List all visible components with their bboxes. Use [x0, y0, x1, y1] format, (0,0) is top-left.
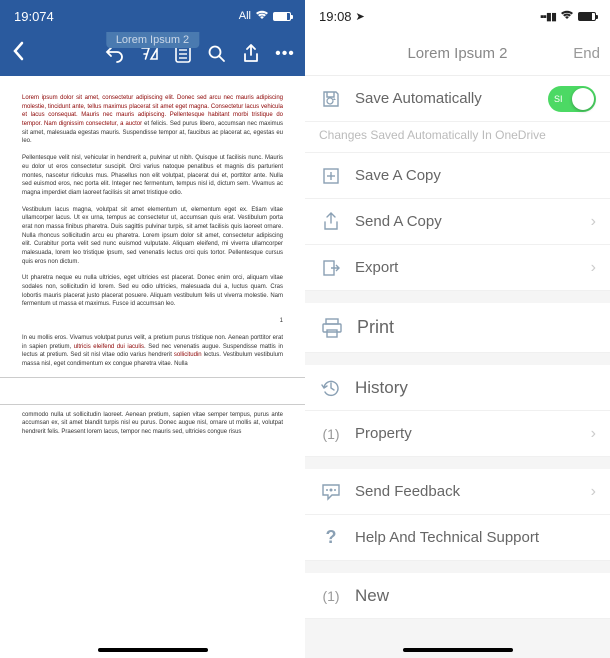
clock: 19:074: [14, 9, 54, 24]
new-row[interactable]: (1) New: [305, 573, 610, 619]
page-number: 1: [22, 317, 283, 326]
export-row[interactable]: Export ›: [305, 245, 610, 291]
save-automatically-row[interactable]: Save Automatically SI: [305, 76, 610, 122]
help-icon: ?: [319, 526, 343, 550]
menu-label: Save Automatically: [355, 90, 548, 107]
wifi-icon: [255, 10, 269, 23]
home-indicator[interactable]: [98, 648, 208, 652]
status-bar: 19:074 All: [0, 0, 305, 32]
file-menu: Save Automatically SI Changes Saved Auto…: [305, 76, 610, 658]
home-indicator[interactable]: [403, 648, 513, 652]
autosave-description: Changes Saved Automatically In OneDrive: [305, 122, 610, 153]
send-copy-row[interactable]: Send A Copy ›: [305, 199, 610, 245]
feedback-row[interactable]: Send Feedback ›: [305, 469, 610, 515]
chevron-right-icon: ›: [591, 213, 596, 231]
network-indicator: All: [239, 10, 251, 22]
menu-label: Property: [355, 425, 591, 442]
chevron-right-icon: ›: [591, 425, 596, 443]
file-menu-pane: 19:08 ➤ ▪▪▮▮ Lorem Ipsum 2 End Save Auto…: [305, 0, 610, 658]
word-editor-pane: 19:074 All Lorem Ipsum 2: [0, 0, 305, 658]
autosave-toggle[interactable]: SI: [548, 86, 596, 112]
signal-icon: ▪▪▮▮: [540, 10, 556, 23]
menu-label: Export: [355, 259, 591, 276]
print-icon: [319, 315, 345, 341]
menu-label: Send Feedback: [355, 483, 591, 500]
history-row[interactable]: History: [305, 365, 610, 411]
chevron-right-icon: ›: [591, 259, 596, 277]
history-icon: [319, 376, 343, 400]
done-button[interactable]: End: [573, 45, 600, 62]
property-icon: (1): [319, 422, 343, 446]
location-icon: ➤: [356, 10, 365, 23]
menu-header: Lorem Ipsum 2 End: [305, 32, 610, 76]
menu-label: Send A Copy: [355, 213, 591, 230]
page-break: [0, 377, 305, 405]
doc-paragraph: Pellentesque velit nisl, vehicular in he…: [22, 154, 283, 197]
more-icon[interactable]: •••: [275, 44, 295, 64]
menu-title: Lorem Ipsum 2: [407, 45, 507, 62]
doc-paragraph: commodo nulla ut sollicitudin laoreet. A…: [22, 411, 283, 437]
clock: 19:08: [319, 9, 352, 24]
back-button[interactable]: [6, 41, 32, 67]
app-toolbar: Lorem Ipsum 2 •••: [0, 32, 305, 76]
status-bar: 19:08 ➤ ▪▪▮▮: [305, 0, 610, 32]
print-row[interactable]: Print: [305, 303, 610, 353]
help-row[interactable]: ? Help And Technical Support: [305, 515, 610, 561]
autosave-icon: [319, 87, 343, 111]
status-icons: ▪▪▮▮: [540, 10, 596, 23]
export-icon: [319, 256, 343, 280]
send-copy-icon: [319, 210, 343, 234]
menu-label: Save A Copy: [355, 167, 596, 184]
menu-label: History: [355, 378, 596, 398]
menu-label: Print: [357, 317, 596, 338]
new-icon: (1): [319, 584, 343, 608]
document-title-tab[interactable]: Lorem Ipsum 2: [106, 32, 199, 48]
document-body[interactable]: Lorem ipsum dolor sit amet, consectetur …: [0, 76, 305, 658]
doc-paragraph: Vestibulum lacus magna, volutpat sit ame…: [22, 206, 283, 267]
property-row[interactable]: (1) Property ›: [305, 411, 610, 457]
doc-paragraph: Ut pharetra neque eu nulla ultricies, eg…: [22, 274, 283, 309]
battery-icon: [273, 12, 291, 21]
save-copy-row[interactable]: Save A Copy: [305, 153, 610, 199]
status-icons: All: [239, 10, 291, 23]
menu-label: New: [355, 586, 596, 606]
feedback-icon: [319, 480, 343, 504]
wifi-icon: [560, 10, 574, 23]
search-icon[interactable]: [207, 44, 227, 64]
share-icon[interactable]: [241, 44, 261, 64]
doc-paragraph: In eu mollis eros. Vivamus volutpat puru…: [22, 334, 283, 369]
chevron-right-icon: ›: [591, 483, 596, 501]
battery-icon: [578, 12, 596, 21]
save-copy-icon: [319, 164, 343, 188]
menu-label: Help And Technical Support: [355, 529, 596, 546]
